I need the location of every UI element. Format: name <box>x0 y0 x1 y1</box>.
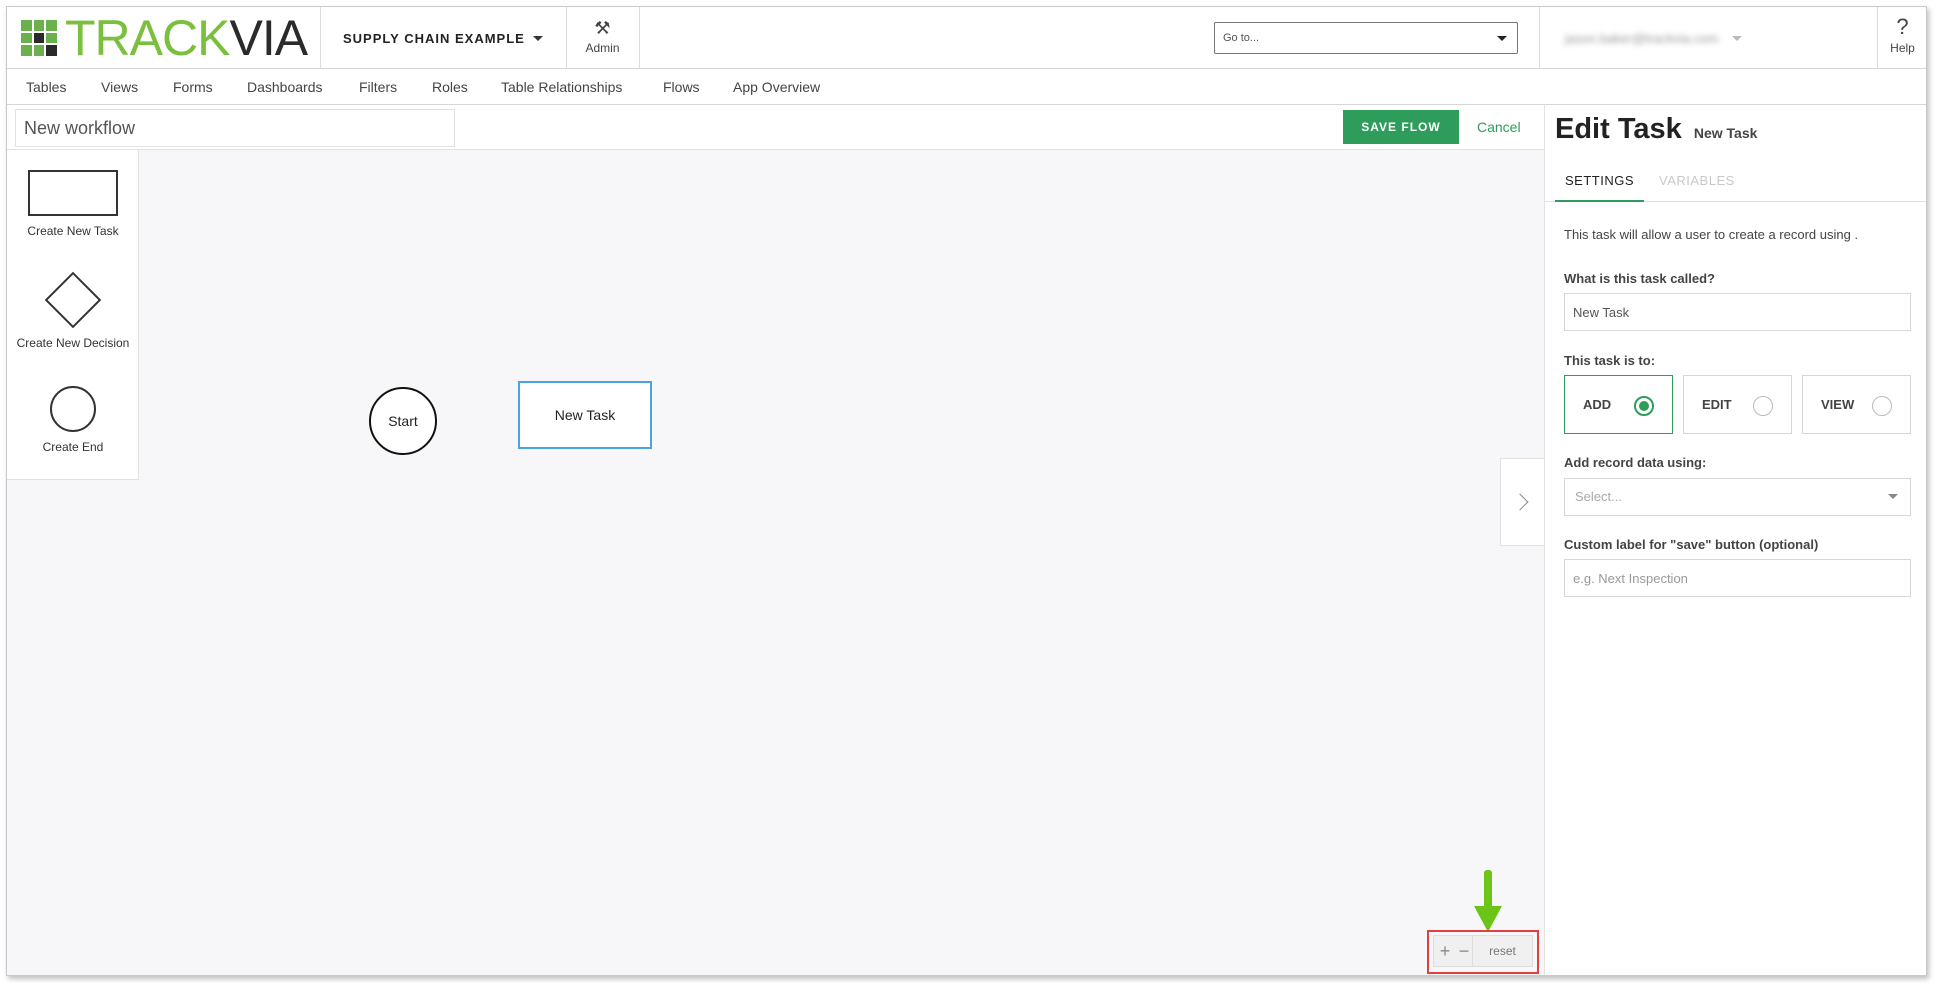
header-divider <box>639 7 640 69</box>
end-shape-icon <box>50 386 96 432</box>
start-node-label: Start <box>388 413 418 429</box>
task-description: This task will allow a user to create a … <box>1564 227 1859 242</box>
nav-flows[interactable]: Flows <box>663 79 700 95</box>
zoom-controls: + − reset <box>1433 935 1533 967</box>
tools-icon: ⚒ <box>594 18 611 38</box>
chevron-down-icon <box>1888 494 1898 499</box>
nav-forms[interactable]: Forms <box>173 79 213 95</box>
admin-button[interactable]: ⚒ Admin <box>566 7 639 69</box>
panel-subtitle: New Task <box>1693 125 1758 141</box>
record-source-select[interactable]: Select... <box>1564 478 1911 516</box>
mode-add-option[interactable]: ADD <box>1564 375 1673 434</box>
top-header: TRACKVIA SUPPLY CHAIN EXAMPLE ⚒ Admin Go… <box>7 7 1926 69</box>
radio-icon <box>1753 396 1773 416</box>
nav-tables[interactable]: Tables <box>26 79 66 95</box>
save-label-label: Custom label for "save" button (optional… <box>1564 537 1819 552</box>
admin-label: Admin <box>585 41 620 55</box>
goto-select[interactable]: Go to... <box>1214 22 1518 54</box>
zoom-out-button[interactable]: − <box>1456 942 1472 960</box>
edit-task-panel: Edit Task New Task SETTINGS VARIABLES Th… <box>1544 105 1926 975</box>
panel-title: Edit Task New Task <box>1555 113 1757 146</box>
shape-palette: Create New Task Create New Decision Crea… <box>7 150 139 480</box>
record-source-placeholder: Select... <box>1575 489 1622 504</box>
mode-edit-option[interactable]: EDIT <box>1683 375 1792 434</box>
main-nav: Tables Views Forms Dashboards Filters Ro… <box>7 69 1926 105</box>
workflow-canvas[interactable]: Create New Task Create New Decision Crea… <box>7 150 1544 975</box>
app-window: TRACKVIA SUPPLY CHAIN EXAMPLE ⚒ Admin Go… <box>6 6 1927 976</box>
trackvia-logo[interactable]: TRACKVIA <box>21 13 311 63</box>
logo-text-via: VIA <box>229 10 308 66</box>
cancel-link[interactable]: Cancel <box>1477 119 1521 135</box>
help-button[interactable]: ? Help <box>1877 7 1926 69</box>
chevron-down-icon <box>1732 35 1743 41</box>
header-divider <box>320 7 321 69</box>
nav-views[interactable]: Views <box>101 79 138 95</box>
goto-placeholder: Go to... <box>1223 32 1260 44</box>
help-label: Help <box>1890 41 1915 55</box>
nav-table-relationships[interactable]: Table Relationships <box>501 79 622 95</box>
zoom-in-button[interactable]: + <box>1434 942 1456 960</box>
user-email: jason.baker@trackvia.com <box>1565 30 1719 46</box>
app-switcher[interactable]: SUPPLY CHAIN EXAMPLE <box>343 7 543 69</box>
logo-text-track: TRACK <box>65 10 230 66</box>
logo-grid-icon <box>21 20 57 56</box>
create-decision-label: Create New Decision <box>16 336 130 350</box>
task-name-label: What is this task called? <box>1564 271 1715 286</box>
zoom-reset-button[interactable]: reset <box>1472 936 1532 966</box>
start-node[interactable]: Start <box>369 387 437 455</box>
create-end-tool[interactable]: Create End <box>7 386 139 454</box>
decision-shape-icon <box>44 271 102 329</box>
chevron-down-icon <box>532 35 543 41</box>
task-node[interactable]: New Task <box>518 381 652 449</box>
question-icon: ? <box>1896 14 1909 39</box>
panel-tabs: SETTINGS VARIABLES <box>1545 159 1926 202</box>
mode-view-option[interactable]: VIEW <box>1802 375 1911 434</box>
logo-text: TRACKVIA <box>65 13 308 63</box>
task-node-label: New Task <box>554 407 616 423</box>
user-menu[interactable]: jason.baker@trackvia.com <box>1547 7 1847 69</box>
panel-title-text: Edit Task <box>1555 113 1682 145</box>
chevron-right-icon <box>1511 493 1528 511</box>
task-mode-label: This task is to: <box>1564 353 1656 368</box>
tab-variables[interactable]: VARIABLES <box>1659 173 1735 188</box>
radio-icon <box>1872 396 1892 416</box>
create-task-label: Create New Task <box>27 224 119 238</box>
workflow-toolbar: SAVE FLOW Cancel <box>7 105 1544 150</box>
nav-filters[interactable]: Filters <box>359 79 397 95</box>
collapse-panel-button[interactable] <box>1500 458 1544 546</box>
task-name-input[interactable] <box>1564 293 1911 331</box>
nav-app-overview[interactable]: App Overview <box>733 79 820 95</box>
mode-view-label: VIEW <box>1821 397 1855 412</box>
create-end-label: Create End <box>42 440 104 454</box>
mode-add-label: ADD <box>1583 397 1612 412</box>
app-name: SUPPLY CHAIN EXAMPLE <box>343 30 525 46</box>
create-task-tool[interactable]: Create New Task <box>7 170 139 238</box>
tab-settings[interactable]: SETTINGS <box>1555 173 1645 202</box>
nav-roles[interactable]: Roles <box>432 79 468 95</box>
task-shape-icon <box>28 170 118 216</box>
header-divider <box>1539 7 1540 69</box>
create-decision-tool[interactable]: Create New Decision <box>7 271 139 350</box>
mode-edit-label: EDIT <box>1702 397 1732 412</box>
arrow-down-icon <box>1474 870 1502 932</box>
workflow-name-input[interactable] <box>15 109 455 147</box>
chevron-down-icon <box>1497 36 1507 41</box>
radio-selected-icon <box>1634 396 1654 416</box>
save-label-input[interactable] <box>1564 559 1911 597</box>
record-source-label: Add record data using: <box>1564 455 1707 470</box>
nav-dashboards[interactable]: Dashboards <box>247 79 323 95</box>
save-flow-button[interactable]: SAVE FLOW <box>1343 110 1459 144</box>
